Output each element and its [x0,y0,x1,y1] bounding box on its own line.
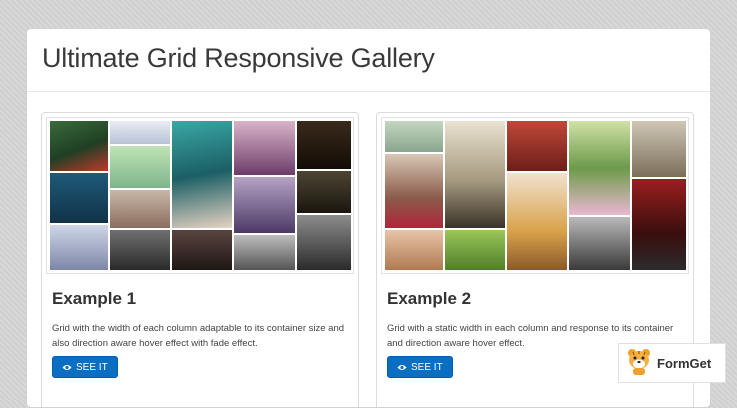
collage-tile [296,170,351,214]
see-it-label: SEE IT [411,361,443,373]
collage-tile [506,120,568,172]
collage-tile [384,153,444,229]
page-title: Ultimate Grid Responsive Gallery [42,43,435,73]
example-1-title: Example 1 [52,289,137,308]
example-2-collage [384,120,686,271]
collage-tile [233,176,296,234]
example-2-see-it-button[interactable]: SEE IT [387,356,453,378]
collage-tile [109,120,171,145]
collage-tile [568,120,631,216]
collage-tile [444,229,506,271]
eye-icon [62,364,72,371]
collage-tile [49,224,109,271]
title-divider [27,91,710,92]
collage-tile [109,189,171,229]
eye-icon [397,364,407,371]
collage-tile [384,229,444,271]
collage-tile [296,214,351,271]
collage-tile [171,120,233,229]
see-it-label: SEE IT [76,361,108,373]
collage-tile [631,178,686,271]
collage-tile [49,120,109,172]
tiger-mascot-icon [625,346,653,381]
example-card-1: Example 1 Grid with the width of each co… [41,112,359,407]
collage-tile [296,120,351,170]
collage-tile [384,120,444,153]
collage-tile [109,229,171,271]
collage-tile [109,145,171,189]
collage-tile [506,172,568,271]
collage-tile [444,120,506,229]
gallery-panel: Ultimate Grid Responsive Gallery Example… [26,28,711,408]
collage-tile [49,172,109,224]
collage-tile [631,120,686,178]
example-1-thumbnail[interactable] [46,117,354,274]
collage-tile [171,229,233,271]
collage-tile [233,234,296,271]
formget-badge[interactable]: FormGet [618,343,726,383]
example-1-description: Grid with the width of each column adapt… [52,323,345,349]
collage-tile [568,216,631,271]
example-1-see-it-button[interactable]: SEE IT [52,356,118,378]
example-1-collage [49,120,351,271]
collage-tile [233,120,296,176]
example-2-thumbnail[interactable] [381,117,689,274]
brand-name: FormGet [657,355,712,371]
example-2-title: Example 2 [387,289,472,308]
